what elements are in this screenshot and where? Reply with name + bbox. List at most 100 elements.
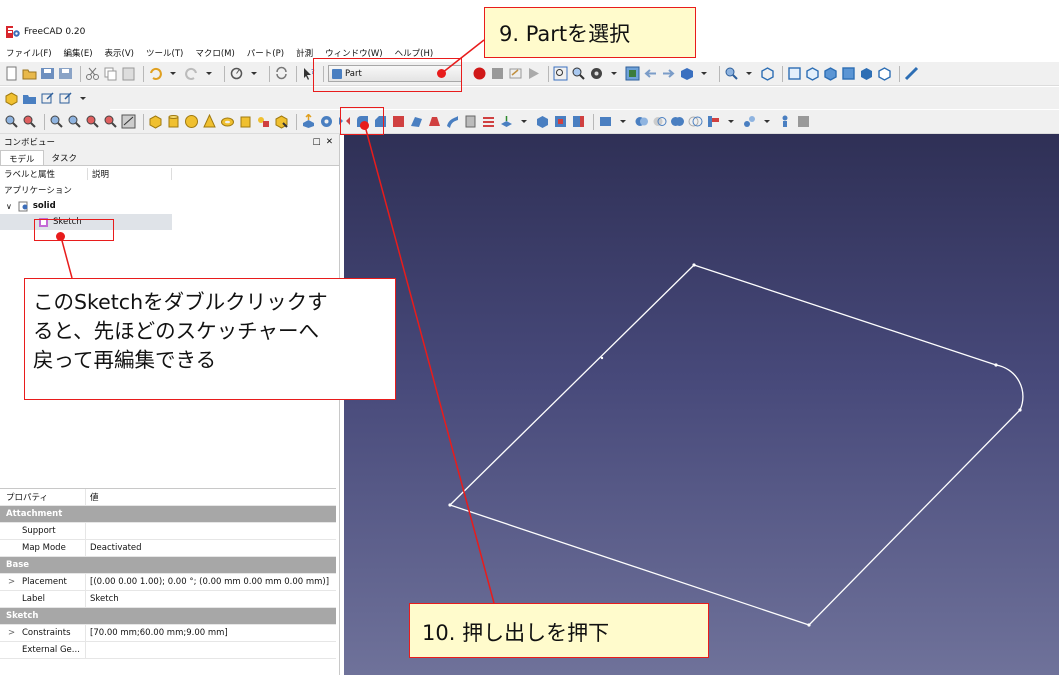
property-row[interactable]: Support bbox=[0, 523, 336, 540]
tree-header-labels[interactable]: ラベルと属性 bbox=[4, 168, 88, 180]
measure-icon[interactable] bbox=[121, 114, 136, 129]
cross-sections-icon[interactable] bbox=[481, 114, 496, 129]
copy-icon[interactable] bbox=[103, 66, 118, 81]
tree-header-description[interactable]: 説明 bbox=[88, 168, 172, 180]
cone-primitive-icon[interactable] bbox=[202, 114, 217, 129]
macro-record-icon[interactable] bbox=[472, 66, 487, 81]
dropdown-arrow-icon[interactable] bbox=[760, 114, 775, 129]
menu-tools[interactable]: ツール(T) bbox=[140, 45, 189, 61]
offset-icon[interactable] bbox=[499, 114, 514, 129]
cylinder-primitive-icon[interactable] bbox=[166, 114, 181, 129]
measure-angular-icon[interactable] bbox=[796, 114, 811, 129]
menu-view[interactable]: 表示(V) bbox=[99, 45, 140, 61]
make-face-icon[interactable] bbox=[391, 114, 406, 129]
dropdown-arrow-icon[interactable] bbox=[202, 66, 217, 81]
undo-icon[interactable] bbox=[148, 66, 163, 81]
property-header-name[interactable]: プロパティ bbox=[0, 489, 86, 505]
check-geometry-icon[interactable] bbox=[103, 114, 118, 129]
view-top-icon[interactable] bbox=[805, 66, 820, 81]
compound-icon[interactable] bbox=[598, 114, 613, 129]
menu-file[interactable]: ファイル(F) bbox=[0, 45, 58, 61]
property-row[interactable]: > Placement [(0.00 0.00 1.00); 0.00 °; (0… bbox=[0, 574, 336, 591]
part-tool-icon[interactable] bbox=[22, 114, 37, 129]
cut-boolean-icon[interactable] bbox=[652, 114, 667, 129]
measure-distance-icon[interactable] bbox=[904, 66, 919, 81]
property-row[interactable]: Label Sketch bbox=[0, 591, 336, 608]
view-rear-icon[interactable] bbox=[841, 66, 856, 81]
property-row[interactable]: Map Mode Deactivated bbox=[0, 540, 336, 557]
fit-selection-icon[interactable] bbox=[571, 66, 586, 81]
macro-edit-icon[interactable] bbox=[508, 66, 523, 81]
dropdown-arrow-icon[interactable] bbox=[76, 91, 91, 106]
3d-view[interactable] bbox=[344, 134, 1059, 675]
view-isometric-icon[interactable] bbox=[760, 66, 775, 81]
expand-chevron-icon[interactable]: ∨ bbox=[6, 202, 12, 211]
property-group-base[interactable]: Base bbox=[0, 557, 336, 574]
nav-forward-icon[interactable] bbox=[661, 66, 676, 81]
check-geometry-icon[interactable] bbox=[85, 114, 100, 129]
save-as-icon[interactable] bbox=[58, 66, 73, 81]
property-value[interactable]: [70.00 mm;60.00 mm;9.00 mm] bbox=[86, 628, 228, 638]
view-left-icon[interactable] bbox=[877, 66, 892, 81]
property-row[interactable]: External Ge... bbox=[0, 642, 336, 659]
revolve-icon[interactable] bbox=[319, 114, 334, 129]
common-icon[interactable] bbox=[688, 114, 703, 129]
fuse-icon[interactable] bbox=[670, 114, 685, 129]
create-part-icon[interactable] bbox=[4, 91, 19, 106]
nav-back-icon[interactable] bbox=[643, 66, 658, 81]
measure-linear-icon[interactable] bbox=[778, 114, 793, 129]
tab-tasks[interactable]: タスク bbox=[43, 150, 86, 165]
loft-icon[interactable] bbox=[427, 114, 442, 129]
dropdown-arrow-icon[interactable] bbox=[724, 114, 739, 129]
dropdown-arrow-icon[interactable] bbox=[697, 66, 712, 81]
expand-chevron-icon[interactable]: > bbox=[8, 628, 15, 638]
check-geometry-icon[interactable] bbox=[67, 114, 82, 129]
redo-icon[interactable] bbox=[184, 66, 199, 81]
shape-builder-icon[interactable] bbox=[274, 114, 289, 129]
cube-primitive-icon[interactable] bbox=[148, 114, 163, 129]
property-value[interactable]: Deactivated bbox=[86, 543, 142, 553]
dropdown-arrow-icon[interactable] bbox=[616, 114, 631, 129]
join-features-icon[interactable] bbox=[706, 114, 721, 129]
dropdown-arrow-icon[interactable] bbox=[166, 66, 181, 81]
link-actions-icon[interactable] bbox=[58, 91, 73, 106]
zoom-icon[interactable] bbox=[724, 66, 739, 81]
menu-part[interactable]: パート(P) bbox=[241, 45, 290, 61]
dropdown-arrow-icon[interactable] bbox=[247, 66, 262, 81]
ruled-surface-icon[interactable] bbox=[409, 114, 424, 129]
link-make-icon[interactable] bbox=[40, 91, 55, 106]
property-value[interactable]: [(0.00 0.00 1.00); 0.00 °; (0.00 mm 0.00… bbox=[86, 577, 329, 587]
sphere-primitive-icon[interactable] bbox=[184, 114, 199, 129]
recompute-icon[interactable] bbox=[229, 66, 244, 81]
view-bottom-icon[interactable] bbox=[859, 66, 874, 81]
open-folder-icon[interactable] bbox=[22, 66, 37, 81]
tree-item-document[interactable]: ∨ solid bbox=[0, 198, 339, 214]
view-front-icon[interactable] bbox=[787, 66, 802, 81]
part-tool-icon[interactable] bbox=[4, 114, 19, 129]
section-icon[interactable] bbox=[463, 114, 478, 129]
tab-model[interactable]: モデル bbox=[0, 150, 44, 165]
expand-chevron-icon[interactable]: > bbox=[8, 577, 15, 587]
thickness-icon[interactable] bbox=[535, 114, 550, 129]
property-row[interactable]: > Constraints [70.00 mm;60.00 mm;9.00 mm] bbox=[0, 625, 336, 642]
property-group-attachment[interactable]: Attachment bbox=[0, 506, 336, 523]
projection-icon[interactable] bbox=[553, 114, 568, 129]
tube-primitive-icon[interactable] bbox=[238, 114, 253, 129]
menu-macro[interactable]: マクロ(M) bbox=[189, 45, 240, 61]
std-views-icon[interactable] bbox=[679, 66, 694, 81]
sweep-icon[interactable] bbox=[445, 114, 460, 129]
property-group-sketch[interactable]: Sketch bbox=[0, 608, 336, 625]
attachment-icon[interactable] bbox=[571, 114, 586, 129]
menu-edit[interactable]: 編集(E) bbox=[58, 45, 99, 61]
paste-icon[interactable] bbox=[121, 66, 136, 81]
refresh-icon[interactable] bbox=[274, 66, 289, 81]
new-file-icon[interactable] bbox=[4, 66, 19, 81]
dropdown-arrow-icon[interactable] bbox=[742, 66, 757, 81]
macro-run-icon[interactable] bbox=[526, 66, 541, 81]
view-right-icon[interactable] bbox=[823, 66, 838, 81]
dropdown-arrow-icon[interactable] bbox=[517, 114, 532, 129]
close-panel-icon[interactable]: ✕ bbox=[326, 137, 333, 147]
cut-icon[interactable] bbox=[85, 66, 100, 81]
torus-primitive-icon[interactable] bbox=[220, 114, 235, 129]
save-icon[interactable] bbox=[40, 66, 55, 81]
